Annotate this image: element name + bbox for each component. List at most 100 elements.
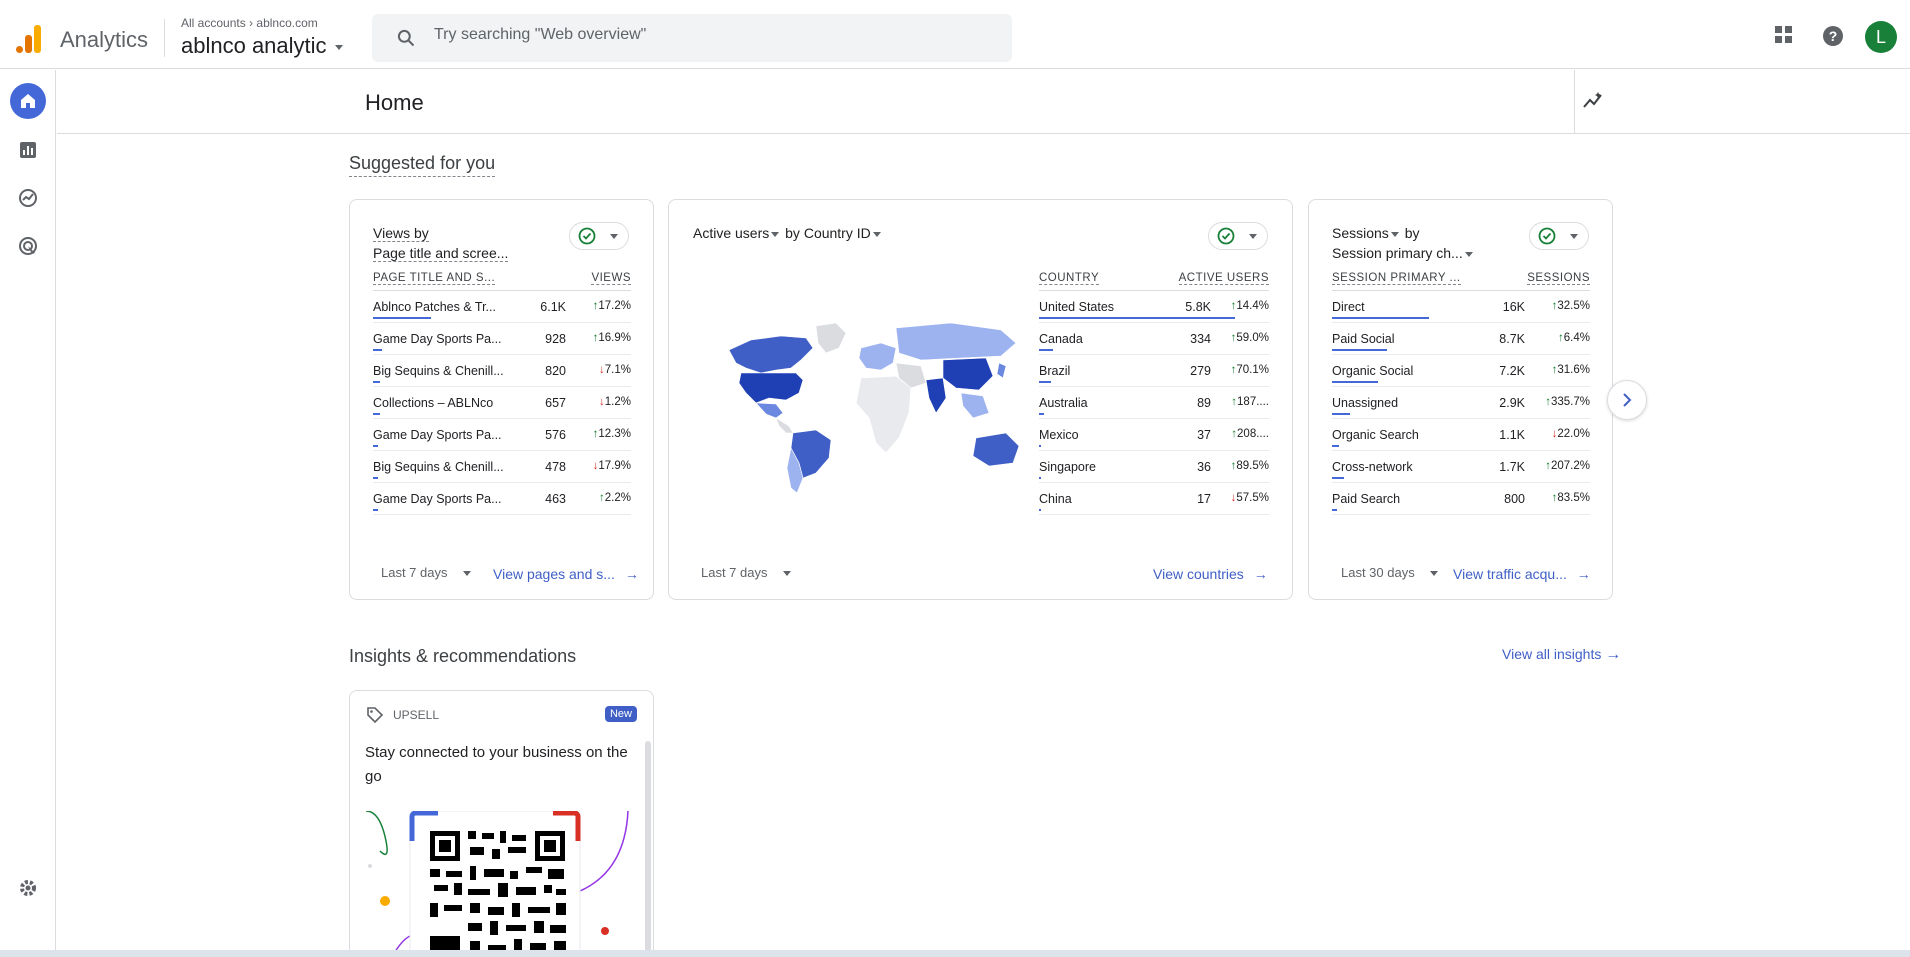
page-header: Home (57, 70, 1910, 134)
row-label: Direct (1332, 300, 1365, 314)
svg-text:?: ? (1829, 28, 1838, 44)
table-row[interactable]: United States 5.8K ↑14.4% (1039, 291, 1269, 323)
apps-grid-icon[interactable] (1774, 25, 1794, 45)
map-region-greenland (815, 322, 847, 354)
row-value: 478 (545, 460, 566, 474)
row-change-value: 187.... (1237, 396, 1269, 408)
card-title[interactable]: Active users by Country ID (693, 223, 883, 243)
date-range-selector[interactable]: Last 30 days (1341, 565, 1440, 580)
compare-toggle[interactable] (569, 222, 629, 250)
search-bar[interactable] (372, 14, 1012, 62)
view-traffic-link[interactable]: View traffic acqu... → (1453, 566, 1591, 582)
view-countries-link[interactable]: View countries → (1153, 566, 1268, 582)
product-name: Analytics (60, 27, 149, 52)
col-header-dimension: PAGE TITLE AND S... (373, 272, 496, 285)
row-label: Game Day Sports Pa... (373, 492, 502, 506)
table-row[interactable]: Direct 16K ↑32.5% (1332, 291, 1590, 323)
table-row[interactable]: China 17 ↓57.5% (1039, 483, 1269, 515)
card-title[interactable]: Sessions by Session primary ch... (1332, 223, 1475, 263)
date-range-selector[interactable]: Last 7 days (381, 565, 473, 580)
link-label: View pages and s... (493, 566, 615, 582)
dimension-selector[interactable]: Session primary ch... (1332, 245, 1463, 261)
search-input[interactable] (434, 26, 994, 44)
avatar[interactable]: L (1865, 21, 1897, 53)
chevron-right-icon: › (249, 16, 254, 30)
check-circle-icon (1538, 227, 1556, 245)
table-row[interactable]: Australia 89 ↑187.... (1039, 387, 1269, 419)
help-icon[interactable]: ? (1822, 25, 1844, 47)
row-label: Collections – ABLNco (373, 396, 494, 410)
row-label: Unassigned (1332, 396, 1399, 410)
row-label: Paid Search (1332, 492, 1401, 506)
row-value: 463 (545, 492, 566, 506)
row-change-value: 208.... (1237, 428, 1269, 440)
world-map[interactable] (721, 318, 1021, 493)
table-row[interactable]: Paid Social 8.7K ↑6.4% (1332, 323, 1590, 355)
table-row[interactable]: Paid Search 800 ↑83.5% (1332, 483, 1590, 515)
table-row[interactable]: Organic Search 1.1K ↓22.0% (1332, 419, 1590, 451)
scrollbar[interactable] (645, 741, 651, 956)
nav-advertising[interactable] (10, 228, 46, 264)
row-change-value: 32.5% (1557, 300, 1590, 312)
row-proportion-bar (373, 381, 380, 383)
table-row[interactable]: Big Sequins & Chenill... 478 ↓17.9% (373, 451, 631, 483)
table-row[interactable]: Organic Social 7.2K ↑31.6% (1332, 355, 1590, 387)
nav-admin[interactable] (10, 870, 46, 906)
table-row[interactable]: Game Day Sports Pa... 576 ↑12.3% (373, 419, 631, 451)
divider (1574, 70, 1575, 134)
table-row[interactable]: Singapore 36 ↑89.5% (1039, 451, 1269, 483)
dimension-selector[interactable]: Country ID (804, 225, 871, 241)
table-row[interactable]: Collections – ABLNco 657 ↓1.2% (373, 387, 631, 419)
table-row[interactable]: Brazil 279 ↑70.1% (1039, 355, 1269, 387)
row-value: 928 (545, 332, 566, 346)
row-change: ↑14.4% (1231, 300, 1269, 312)
row-label: Organic Search (1332, 428, 1419, 442)
analytics-logo-icon[interactable] (14, 23, 44, 53)
card-sessions-by-channel: Sessions by Session primary ch... SESSIO… (1308, 199, 1613, 600)
arrow-right-icon: → (624, 566, 639, 582)
row-label: Australia (1039, 396, 1088, 410)
date-range-selector[interactable]: Last 7 days (701, 565, 793, 580)
compare-toggle[interactable] (1529, 222, 1589, 250)
upsell-insight-card[interactable]: UPSELL New Stay connected to your busine… (349, 690, 654, 957)
view-all-insights-link[interactable]: View all insights → (1502, 646, 1621, 664)
account-selector[interactable]: ablnco analytic (181, 33, 345, 59)
row-proportion-bar (1039, 509, 1041, 511)
nav-home[interactable] (10, 83, 46, 119)
nav-reports[interactable] (10, 132, 46, 168)
card-title[interactable]: Views by Page title and scree... (373, 223, 509, 263)
table-row[interactable]: Game Day Sports Pa... 463 ↑2.2% (373, 483, 631, 515)
map-region-russia (895, 322, 1017, 361)
card-title-line1: Views by (373, 225, 429, 242)
row-value: 2.9K (1499, 396, 1525, 410)
view-pages-link[interactable]: View pages and s... → (493, 566, 639, 582)
nav-explore[interactable] (10, 180, 46, 216)
date-range-label: Last 7 days (701, 565, 768, 580)
link-label: View countries (1153, 566, 1244, 582)
map-region-central-america (775, 417, 794, 434)
table-row[interactable]: Mexico 37 ↑208.... (1039, 419, 1269, 451)
table-row[interactable]: Ablnco Patches & Tr... 6.1K ↑17.2% (373, 291, 631, 323)
metric-selector[interactable]: Sessions (1332, 225, 1389, 241)
dropdown-arrow-icon (1249, 233, 1257, 239)
metric-selector[interactable]: Active users (693, 225, 769, 241)
row-label: China (1039, 492, 1072, 506)
row-change-value: 335.7% (1550, 396, 1590, 408)
account-breadcrumb[interactable]: All accounts › ablnco.com (181, 16, 318, 30)
bottom-edge (0, 950, 1910, 957)
table-row[interactable]: Canada 334 ↑59.0% (1039, 323, 1269, 355)
row-value: 576 (545, 428, 566, 442)
carousel-next-button[interactable] (1607, 380, 1647, 420)
table-row[interactable]: Big Sequins & Chenill... 820 ↓7.1% (373, 355, 631, 387)
compare-toggle[interactable] (1208, 222, 1268, 250)
dropdown-arrow-icon (1570, 233, 1578, 239)
table-row[interactable]: Unassigned 2.9K ↑335.7% (1332, 387, 1590, 419)
row-change-value: 57.5% (1236, 492, 1269, 504)
row-change-value: 207.2% (1550, 460, 1590, 472)
table-row[interactable]: Cross-network 1.7K ↑207.2% (1332, 451, 1590, 483)
table-row[interactable]: Game Day Sports Pa... 928 ↑16.9% (373, 323, 631, 355)
new-badge: New (604, 706, 637, 722)
insights-sparkle-icon[interactable] (1582, 90, 1604, 112)
row-change-value: 12.3% (598, 428, 631, 440)
dropdown-arrow-icon (1390, 231, 1399, 237)
